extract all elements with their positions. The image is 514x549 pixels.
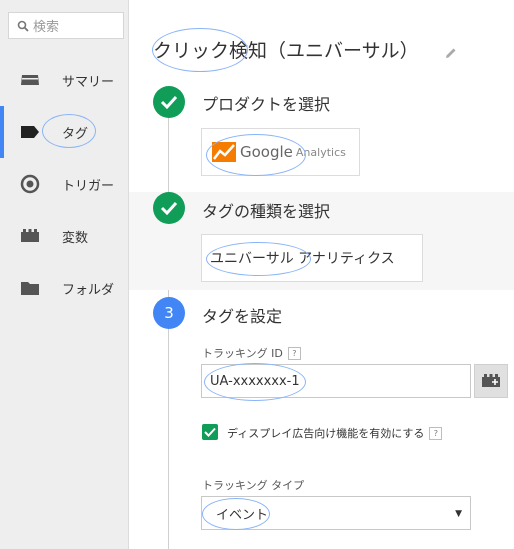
tracking-id-value: UA-xxxxxxx-1 <box>210 373 300 389</box>
tracking-type-label-text: トラッキング タイプ <box>202 479 305 492</box>
display-ads-label: ディスプレイ広告向け機能を有効にする ? <box>227 425 443 441</box>
sidebar-item-label: トリガー <box>62 178 115 194</box>
sidebar-item-label: フォルダ <box>62 282 115 298</box>
sidebar-item-triggers[interactable]: トリガー <box>0 158 128 210</box>
tag-type-chip[interactable]: ユニバーサル アナリティクス <box>201 234 423 282</box>
dropdown-arrow-icon: ▼ <box>455 509 462 519</box>
summary-icon <box>20 70 40 90</box>
display-ads-label-text: ディスプレイ広告向け機能を有効にする <box>227 427 425 440</box>
step-2-label[interactable]: タグの種類を選択 <box>202 198 330 222</box>
product-analytics-text: Analytics <box>295 145 346 159</box>
variable-plus-icon <box>482 374 500 387</box>
sidebar-item-label: 変数 <box>62 230 89 246</box>
edit-pencil-icon[interactable] <box>445 44 457 63</box>
tracking-type-value: イベント <box>216 507 269 523</box>
sidebar-item-folders[interactable]: フォルダ <box>0 262 128 314</box>
step-2-check-icon <box>153 192 185 224</box>
product-google-text: Google <box>240 143 293 161</box>
sidebar-item-label: サマリー <box>62 74 115 90</box>
trigger-icon <box>20 174 40 194</box>
search-placeholder: 検索 <box>33 20 60 35</box>
display-ads-checkbox[interactable] <box>202 424 218 440</box>
help-icon[interactable]: ? <box>287 346 301 360</box>
sidebar-item-variables[interactable]: 変数 <box>0 210 128 262</box>
tracking-id-label: トラッキング ID ? <box>202 345 301 361</box>
tag-editor: クリック検知（ユニバーサル） プロダクトを選択 Google Analytics… <box>129 0 514 549</box>
sidebar-item-summary[interactable]: サマリー <box>0 54 128 106</box>
tag-type-part1: ユニバーサル <box>210 251 294 267</box>
step-1-check-icon <box>153 86 185 118</box>
tracking-id-input[interactable]: UA-xxxxxxx-1 <box>201 364 471 398</box>
sidebar-item-tags[interactable]: タグ <box>0 106 128 158</box>
folder-icon <box>20 278 40 298</box>
tracking-type-select[interactable]: イベント ▼ <box>201 496 471 530</box>
insert-variable-button[interactable] <box>474 364 508 398</box>
tag-type-part2: アナリティクス <box>293 251 395 267</box>
tracking-type-label: トラッキング タイプ <box>202 477 304 493</box>
product-chip-google-analytics[interactable]: Google Analytics <box>201 128 360 176</box>
step-3-number: 3 <box>153 297 185 329</box>
step-3-label: タグを設定 <box>202 307 283 326</box>
sidebar: 検索 サマリー タグ トリガー 変数 フォルダ <box>0 0 129 549</box>
search-icon <box>17 20 29 32</box>
help-icon[interactable]: ? <box>429 426 443 440</box>
step-1-label[interactable]: プロダクトを選択 <box>202 91 330 115</box>
search-input[interactable]: 検索 <box>8 12 124 39</box>
active-indicator <box>0 106 4 158</box>
page-title: クリック検知（ユニバーサル） <box>153 40 419 62</box>
tag-icon <box>20 122 40 142</box>
tracking-id-label-text: トラッキング ID <box>202 347 283 360</box>
sidebar-item-label: タグ <box>62 126 89 142</box>
variables-icon <box>20 226 40 246</box>
google-analytics-logo-icon <box>212 142 236 162</box>
